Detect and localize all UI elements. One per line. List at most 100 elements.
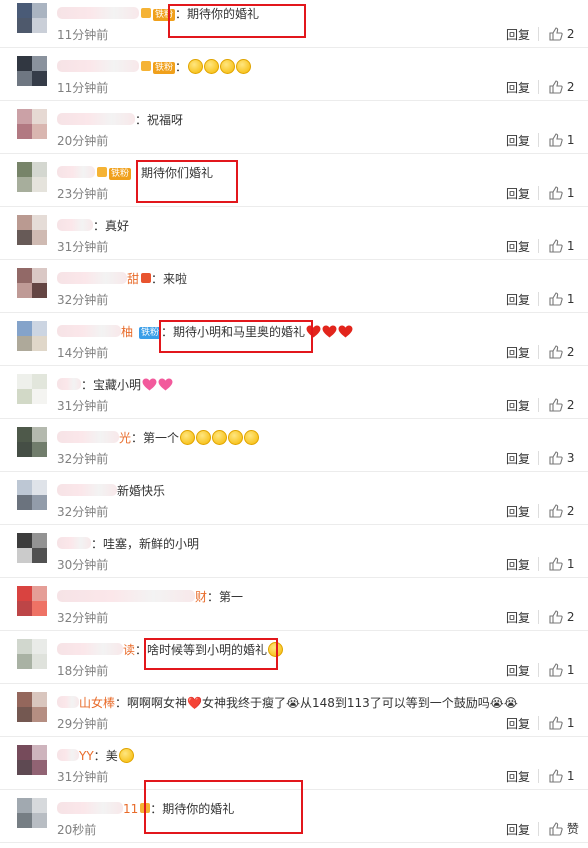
emoji-icon — [204, 59, 220, 74]
reply-button[interactable]: 回复 — [506, 611, 530, 625]
avatar[interactable] — [17, 798, 47, 828]
comment-line: 光：第一个 — [57, 429, 260, 447]
username-blurred[interactable] — [57, 590, 195, 602]
reply-button[interactable]: 回复 — [506, 240, 530, 254]
like-button[interactable]: 1 — [549, 767, 574, 785]
emoji-icon — [228, 430, 244, 445]
reply-button[interactable]: 回复 — [506, 664, 530, 678]
username-blurred[interactable] — [57, 166, 95, 178]
reply-button[interactable]: 回复 — [506, 505, 530, 519]
username-blurred[interactable] — [57, 537, 91, 549]
reply-button[interactable]: 回复 — [506, 823, 530, 837]
reply-button[interactable]: 回复 — [506, 770, 530, 784]
username-blurred[interactable] — [57, 60, 139, 72]
avatar[interactable] — [17, 533, 47, 563]
divider — [538, 80, 539, 94]
avatar[interactable] — [17, 745, 47, 775]
username-tail[interactable]: 光 — [119, 431, 131, 445]
avatar[interactable] — [17, 374, 47, 404]
like-button[interactable]: 1 — [549, 290, 574, 308]
fan-crown-icon — [141, 61, 151, 71]
username-blurred[interactable] — [57, 7, 139, 19]
username-blurred[interactable] — [57, 696, 79, 708]
reply-button[interactable]: 回复 — [506, 134, 530, 148]
username-blurred[interactable] — [57, 272, 127, 284]
like-button[interactable]: 2 — [549, 396, 574, 414]
emoji-icon — [180, 430, 196, 445]
like-count: 1 — [566, 239, 575, 253]
reply-button[interactable]: 回复 — [506, 346, 530, 360]
reply-button[interactable]: 回复 — [506, 558, 530, 572]
divider — [538, 769, 539, 783]
username-blurred[interactable] — [57, 802, 123, 814]
thumbs-up-icon — [549, 345, 563, 359]
username-tail[interactable]: 柚 — [121, 325, 133, 339]
reply-button[interactable]: 回复 — [506, 717, 530, 731]
like-button[interactable]: 1 — [549, 661, 574, 679]
comment-line: 财：第一 — [57, 588, 243, 606]
emoji-icon — [220, 59, 236, 74]
like-button[interactable]: 赞 — [549, 820, 579, 838]
username-blurred[interactable] — [57, 325, 121, 337]
comment-text: 新婚快乐 — [117, 484, 166, 498]
username-tail[interactable]: 财 — [195, 590, 207, 604]
like-button[interactable]: 1 — [549, 555, 574, 573]
like-button[interactable]: 1 — [549, 131, 574, 149]
divider — [538, 557, 539, 571]
reply-button[interactable]: 回复 — [506, 81, 530, 95]
username-blurred[interactable] — [57, 113, 135, 125]
avatar[interactable] — [17, 586, 47, 616]
username-tail[interactable]: YY — [79, 749, 94, 763]
comment-time: 29分钟前 — [57, 717, 109, 731]
username-tail[interactable]: 11 — [123, 802, 138, 816]
username-blurred[interactable] — [57, 643, 123, 655]
like-button[interactable]: 2 — [549, 608, 574, 626]
username-tail[interactable]: 山女棒 — [79, 696, 115, 710]
like-count: 3 — [566, 451, 575, 465]
divider — [538, 451, 539, 465]
username-blurred[interactable] — [57, 484, 117, 496]
avatar[interactable] — [17, 427, 47, 457]
like-button[interactable]: 1 — [549, 237, 574, 255]
avatar[interactable] — [17, 162, 47, 192]
avatar[interactable] — [17, 268, 47, 298]
avatar[interactable] — [17, 3, 47, 33]
comment-time: 20秒前 — [57, 823, 97, 837]
avatar[interactable] — [17, 480, 47, 510]
username-blurred[interactable] — [57, 749, 79, 761]
comment-row: ：祝福呀 20分钟前 回复 1 — [0, 101, 588, 154]
comment-row: 铁粉： 11分钟前 回复 2 — [0, 48, 588, 101]
pink-heart-icon — [142, 378, 157, 391]
username-tail[interactable]: 读 — [123, 643, 135, 657]
reply-button[interactable]: 回复 — [506, 399, 530, 413]
like-button[interactable]: 2 — [549, 343, 574, 361]
reply-button[interactable]: 回复 — [506, 187, 530, 201]
divider — [538, 398, 539, 412]
username-blurred[interactable] — [57, 431, 119, 443]
username-blurred[interactable] — [57, 219, 93, 231]
comment-row: 新婚快乐 32分钟前 回复 2 — [0, 472, 588, 525]
thumbs-up-icon — [549, 769, 563, 783]
comment-row: 财：第一 32分钟前 回复 2 — [0, 578, 588, 631]
comment-time: 32分钟前 — [57, 293, 109, 307]
like-button[interactable]: 3 — [549, 449, 574, 467]
avatar[interactable] — [17, 692, 47, 722]
avatar[interactable] — [17, 639, 47, 669]
avatar[interactable] — [17, 109, 47, 139]
avatar[interactable] — [17, 321, 47, 351]
like-button[interactable]: 1 — [549, 714, 574, 732]
comment-text: 来啦 — [163, 272, 188, 286]
username-tail[interactable]: 甜 — [127, 272, 139, 286]
like-button[interactable]: 2 — [549, 78, 574, 96]
reply-button[interactable]: 回复 — [506, 293, 530, 307]
avatar[interactable] — [17, 215, 47, 245]
username-blurred[interactable] — [57, 378, 81, 390]
like-button[interactable]: 1 — [549, 184, 574, 202]
comment-time: 14分钟前 — [57, 346, 109, 360]
like-button[interactable]: 2 — [549, 25, 574, 43]
reply-button[interactable]: 回复 — [506, 452, 530, 466]
like-button[interactable]: 2 — [549, 502, 574, 520]
reply-button[interactable]: 回复 — [506, 28, 530, 42]
avatar[interactable] — [17, 56, 47, 86]
like-count: 2 — [566, 610, 575, 624]
